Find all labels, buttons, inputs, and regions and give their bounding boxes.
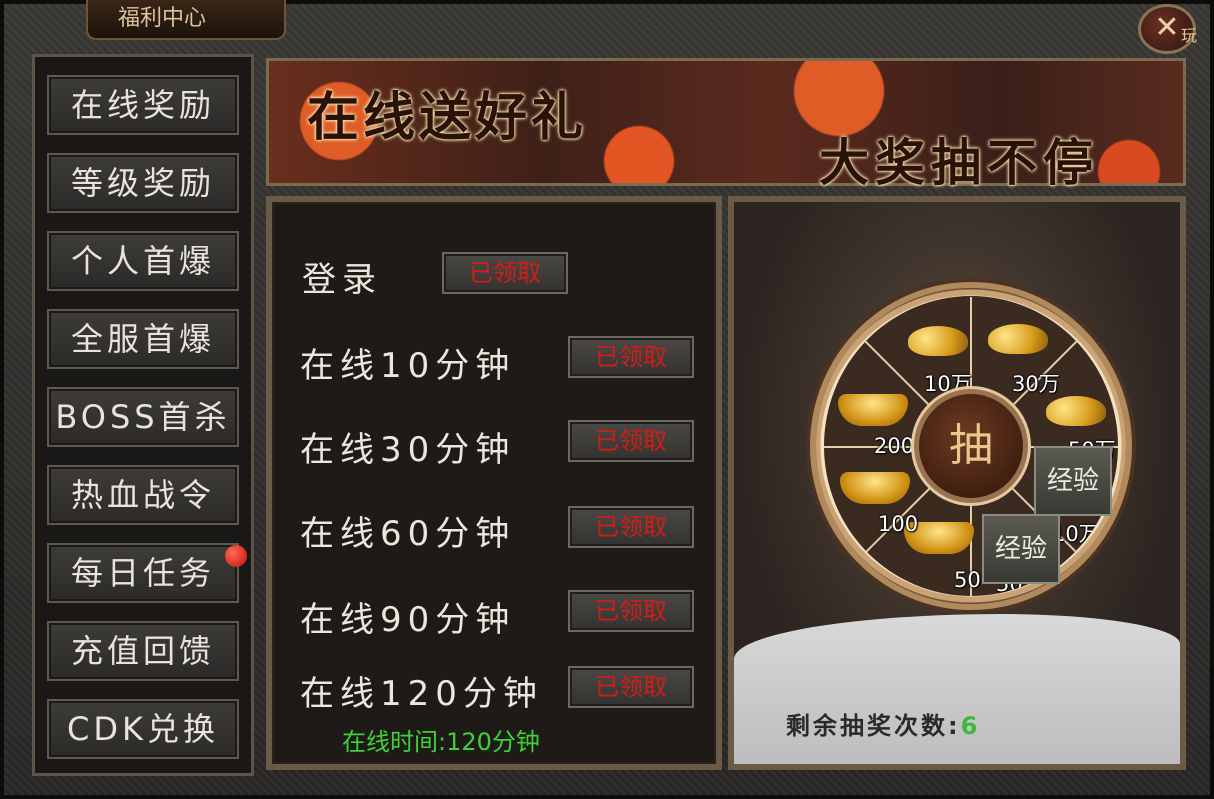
reward-label-login: 登录	[302, 260, 382, 300]
sidebar-item-personal-first-drop[interactable]: 个人首爆	[47, 231, 239, 291]
reward-label-30min: 在线30分钟	[300, 430, 516, 470]
remaining-draws-count: 6	[960, 712, 981, 740]
prize-label: 100	[878, 512, 919, 536]
claimed-button-30min[interactable]: 已领取	[568, 420, 694, 462]
claimed-button-10min[interactable]: 已领取	[568, 336, 694, 378]
sidebar-item-level-reward[interactable]: 等级奖励	[47, 153, 239, 213]
sidebar-item-server-first-drop[interactable]: 全服首爆	[47, 309, 239, 369]
remaining-draws: 剩余抽奖次数:6	[786, 706, 980, 741]
claimed-button-90min[interactable]: 已领取	[568, 590, 694, 632]
reward-label-10min: 在线10分钟	[300, 346, 516, 386]
online-rewards-panel: 登录 已领取 在线10分钟 已领取 在线30分钟 已领取 在线60分钟 已领取 …	[266, 196, 722, 770]
sidebar-item-cdk-redeem[interactable]: CDK兑换	[47, 699, 239, 759]
sidebar-item-label: 每日任务	[70, 554, 215, 592]
reward-label-120min: 在线120分钟	[300, 674, 543, 714]
lottery-panel: 10万 30万 50万 10万 50万 50 100 200 抽 经验 经验 剩…	[728, 196, 1186, 770]
prize-label: 200	[874, 434, 915, 458]
close-icon: ✕	[1154, 10, 1180, 45]
sidebar-item-recharge-rebate[interactable]: 充值回馈	[47, 621, 239, 681]
lottery-wheel: 10万 30万 50万 10万 50万 50 100 200 抽 经验 经验	[816, 288, 1126, 604]
sidebar-item-boss-first-kill[interactable]: BOSS首杀	[47, 387, 239, 447]
gold-coins-icon	[988, 324, 1048, 354]
gold-coins-icon	[1046, 396, 1106, 426]
claimed-button-120min[interactable]: 已领取	[568, 666, 694, 708]
prize-label: 50	[954, 568, 981, 592]
draw-button[interactable]: 抽	[919, 394, 1023, 498]
gold-ingot-icon	[838, 394, 908, 426]
snow-ground	[734, 614, 1180, 764]
gold-ingot-icon	[840, 472, 910, 504]
banner-subtitle: 大奖抽不停	[819, 133, 1099, 192]
window-title: 福利中心	[86, 0, 286, 40]
gold-coins-icon	[908, 326, 968, 356]
reward-label-90min: 在线90分钟	[300, 600, 516, 640]
sidebar: 在线奖励 等级奖励 个人首爆 全服首爆 BOSS首杀 热血战令 每日任务 充值回…	[32, 54, 254, 776]
claimed-button-60min[interactable]: 已领取	[568, 506, 694, 548]
banner-title: 在线送好礼	[307, 87, 588, 148]
close-button[interactable]: ✕ 玩	[1138, 4, 1197, 54]
reward-label-60min: 在线60分钟	[300, 514, 516, 554]
claimed-button-login[interactable]: 已领取	[442, 252, 568, 294]
exp-icon: 经验	[1034, 446, 1112, 516]
sidebar-item-online-reward[interactable]: 在线奖励	[47, 75, 239, 135]
sidebar-item-battle-pass[interactable]: 热血战令	[47, 465, 239, 525]
sidebar-item-daily-tasks[interactable]: 每日任务	[47, 543, 247, 603]
close-badge: 玩	[1180, 26, 1197, 45]
prize-label: 30万	[1012, 372, 1060, 396]
notification-dot	[225, 545, 247, 567]
exp-icon: 经验	[982, 514, 1060, 584]
online-time-text: 在线时间:120分钟	[342, 728, 540, 756]
event-banner: 在线送好礼 大奖抽不停	[266, 58, 1186, 192]
remaining-draws-label: 剩余抽奖次数:	[786, 712, 961, 740]
